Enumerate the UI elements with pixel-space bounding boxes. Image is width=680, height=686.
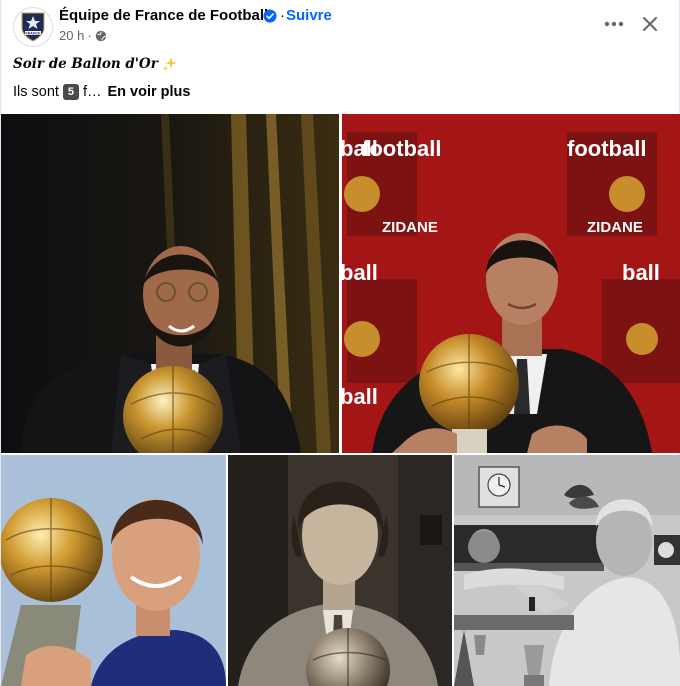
fff-crest-logo: FRANCE: [21, 12, 45, 42]
photo-4[interactable]: [228, 455, 452, 686]
post-title-text: Soir de Ballon d'Or: [13, 56, 158, 72]
page-avatar[interactable]: FRANCE: [13, 7, 53, 47]
photo-1[interactable]: [1, 114, 339, 453]
separator-dot: ·: [280, 7, 285, 24]
keycap-number-emoji: 5: [62, 84, 79, 100]
wall-text-ball-3: ball: [622, 260, 660, 285]
post-body: Ils sont 5 f… En voir plus: [13, 84, 190, 100]
page-name-link[interactable]: Équipe de France de Football: [59, 7, 268, 24]
meta-separator: ·: [87, 28, 92, 43]
photo-3-image: [1, 455, 226, 686]
sparkles-icon: [162, 57, 177, 71]
photo-2[interactable]: football football ball ball ball ball ZI…: [342, 114, 680, 453]
post-meta: 20 h ·: [59, 28, 107, 43]
see-more-link[interactable]: En voir plus: [107, 84, 190, 100]
follow-button[interactable]: Suivre: [286, 7, 332, 24]
wall-text-zidane-2: ZIDANE: [587, 219, 643, 236]
photo-3[interactable]: [1, 455, 226, 686]
post-title: Soir de Ballon d'Or: [13, 56, 178, 72]
photo-1-image: [1, 114, 339, 453]
photo-4-image: [228, 455, 452, 686]
close-button[interactable]: [636, 10, 664, 38]
post-body-suffix: f…: [82, 84, 102, 100]
more-options-icon: [604, 21, 624, 27]
facebook-post: FRANCE Équipe de France de Football · Su…: [0, 0, 680, 686]
post-body-prefix: Ils sont: [13, 84, 59, 100]
photo-5-image: [454, 455, 680, 686]
wall-text-football-2: football: [567, 136, 646, 161]
post-timestamp[interactable]: 20 h: [59, 28, 84, 43]
wall-text-zidane-1: ZIDANE: [382, 219, 438, 236]
globe-icon[interactable]: [95, 30, 107, 42]
photo-2-image: football football ball ball ball ball ZI…: [342, 114, 680, 453]
logo-lettering: FRANCE: [26, 31, 42, 35]
wall-text-ball-2: ball: [342, 260, 378, 285]
photo-5[interactable]: [454, 455, 680, 686]
close-icon: [643, 17, 657, 31]
wall-text-ball-4: ball: [342, 384, 378, 409]
wall-text-ball-1: ball: [342, 136, 378, 161]
more-options-button[interactable]: [599, 10, 629, 38]
verified-badge-icon: [263, 9, 277, 23]
